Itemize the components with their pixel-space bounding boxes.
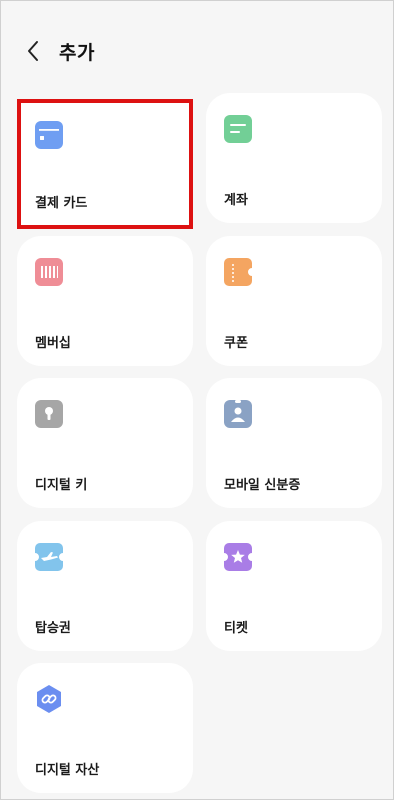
mobile-id-icon (224, 400, 252, 428)
card-label: 티켓 (224, 621, 248, 636)
card-boarding-pass[interactable]: 탑승권 (17, 521, 193, 651)
page-title: 추가 (59, 42, 95, 64)
screen: 추가 결제 카드 계좌 멤버십 쿠폰 디지털 키 모바일 신분증 탑승권 티켓 … (0, 0, 394, 800)
card-mobile-id[interactable]: 모바일 신분증 (206, 378, 382, 508)
membership-icon (35, 258, 63, 286)
back-button[interactable] (19, 37, 47, 65)
card-ticket[interactable]: 티켓 (206, 521, 382, 651)
card-membership[interactable]: 멤버십 (17, 236, 193, 366)
payment-card-icon (35, 121, 63, 149)
boarding-pass-icon (35, 543, 63, 571)
card-payment-card[interactable]: 결제 카드 (17, 99, 193, 229)
card-coupon[interactable]: 쿠폰 (206, 236, 382, 366)
card-label: 결제 카드 (35, 196, 88, 211)
bank-account-icon (224, 115, 252, 143)
card-label: 디지털 자산 (35, 763, 100, 778)
card-bank-account[interactable]: 계좌 (206, 93, 382, 223)
coupon-icon (224, 258, 252, 286)
card-digital-key[interactable]: 디지털 키 (17, 378, 193, 508)
card-label: 계좌 (224, 193, 248, 208)
card-label: 탑승권 (35, 621, 71, 636)
card-label: 모바일 신분증 (224, 478, 301, 493)
ticket-icon (224, 543, 252, 571)
digital-key-icon (35, 400, 63, 428)
chevron-left-icon (28, 41, 38, 61)
card-label: 디지털 키 (35, 478, 88, 493)
digital-asset-icon (37, 685, 61, 713)
header: 추가 (1, 29, 393, 73)
card-label: 멤버십 (35, 336, 71, 351)
card-label: 쿠폰 (224, 336, 248, 351)
card-digital-asset[interactable]: 디지털 자산 (17, 663, 193, 793)
